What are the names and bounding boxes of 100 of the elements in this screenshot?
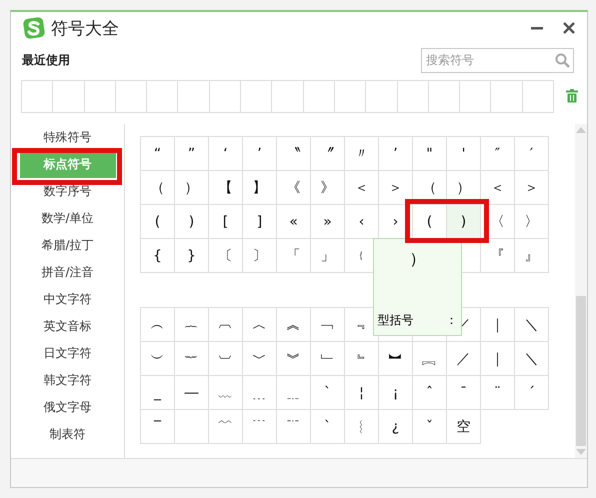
symbol-key[interactable]: ＜ [480,170,514,204]
symbol-key[interactable]: " [412,136,446,170]
symbol-key[interactable]: ¿ [378,410,412,444]
symbol-key[interactable]: ﹄ [344,342,378,376]
symbol-key[interactable]: ˋ [310,376,344,410]
symbol-key[interactable]: ︘ [412,342,446,376]
recent-slot[interactable] [460,80,492,112]
recent-slot[interactable] [522,80,554,112]
symbol-key[interactable]: ) [174,204,208,238]
symbol-key[interactable]: 」 [310,238,344,272]
symbol-key[interactable]: 空 [446,410,480,444]
recent-slot[interactable] [210,80,242,112]
symbol-key[interactable]: ＞ [514,170,548,204]
symbol-key[interactable]: ﹂ [310,342,344,376]
symbol-key[interactable]: ' [446,136,480,170]
symbol-key[interactable]: ﹁ [310,308,344,342]
recent-slot[interactable] [304,80,335,112]
category-item[interactable]: 英文音标 [20,313,116,340]
symbol-key[interactable]: ﹏ [208,376,242,410]
category-item[interactable]: 拼音/注音 [20,259,116,286]
category-item[interactable]: 中文字符 [20,286,116,313]
symbol-key[interactable]: ’ [378,136,412,170]
symbol-key[interactable]: ︶ [140,342,174,376]
symbol-key[interactable]: ] [242,204,276,238]
symbol-key[interactable]: ︼ [378,342,412,376]
symbol-key[interactable]: ¡ [378,376,412,410]
symbol-key[interactable]: ¨ [480,376,514,410]
recent-slot[interactable] [428,80,460,112]
symbol-key[interactable]: ︽ [276,308,310,342]
symbol-key[interactable]: 『 [480,238,514,272]
recent-slot[interactable] [491,80,523,112]
recent-slot[interactable] [84,80,116,112]
symbol-key[interactable]: ︿ [242,308,276,342]
symbol-key[interactable]: 》 [310,170,344,204]
close-icon[interactable] [563,22,575,34]
symbol-key[interactable]: ˉ [446,376,480,410]
symbol-key[interactable]: ˇ [412,410,446,444]
symbol-key[interactable]: （ [140,170,174,204]
symbol-key[interactable]: « [276,204,310,238]
symbol-key[interactable]: 〝 [276,136,310,170]
symbol-key[interactable]: ｜ [480,342,514,376]
symbol-key[interactable]: ︺ [208,342,242,376]
category-item[interactable]: 数学/单位 [20,205,116,232]
symbol-key[interactable]: ︹ [208,308,242,342]
symbol-key[interactable]: ﹊ [276,410,310,444]
recent-slot[interactable] [22,80,54,112]
symbol-key[interactable]: ˆ [412,376,446,410]
symbol-key[interactable]: 〞 [310,136,344,170]
search-field[interactable]: 搜索符号 [421,48,574,72]
symbol-key[interactable]: ” [174,136,208,170]
symbol-key[interactable]: ︷ [174,308,208,342]
symbol-key[interactable]: “ [140,136,174,170]
symbol-key[interactable]: ¦ [344,376,378,410]
symbol-key[interactable]: ′ [514,136,548,170]
category-item[interactable]: 数字序号 [20,178,116,205]
symbol-key[interactable]: 「 [276,238,310,272]
symbol-key[interactable]: 〉 [514,204,548,238]
symbol-key[interactable]: ˋ [310,410,344,444]
symbol-key[interactable]: ‘ [208,136,242,170]
symbol-key[interactable]: ﹎ [276,376,310,410]
symbol-key[interactable]: 〕 [242,238,276,272]
recent-slot[interactable] [178,80,210,112]
category-item[interactable]: 制表符 [20,421,116,448]
symbol-key[interactable]: ＼ [514,342,548,376]
symbol-key[interactable]: { [140,238,174,272]
recent-slot[interactable] [53,80,85,112]
symbol-key[interactable]: ＜ [344,170,378,204]
category-item[interactable]: 特殊符号 [20,124,116,151]
symbol-key[interactable]: 《 [276,170,310,204]
recent-slot[interactable] [366,80,398,112]
symbol-key[interactable]: ’ [242,136,276,170]
category-item[interactable]: 韩文字符 [20,367,116,394]
category-item[interactable]: 希腊/拉丁 [20,232,116,259]
symbol-key[interactable]: ) [446,204,480,238]
symbol-key[interactable]: ＼ [514,308,548,342]
symbol-key[interactable]: » [310,204,344,238]
symbol-key[interactable]: ″ [480,136,514,170]
recent-slot[interactable] [116,80,148,112]
symbol-key[interactable]: ﹉ [242,410,276,444]
symbol-key[interactable]: ˊ [514,376,548,410]
symbol-key[interactable]: ― [174,376,208,410]
symbol-key[interactable]: ︸ [174,342,208,376]
symbol-key[interactable]: ﹋ [208,410,242,444]
symbol-key[interactable]: } [174,238,208,272]
recent-slot[interactable] [241,80,272,112]
symbol-key[interactable]: 】 [242,170,276,204]
symbol-key[interactable]: 【 [208,170,242,204]
trash-icon[interactable] [566,89,578,103]
recent-slot[interactable] [334,80,366,112]
symbol-key[interactable]: ( [140,204,174,238]
symbol-key[interactable]: [ [208,204,242,238]
symbol-key[interactable]: ︴ [344,410,378,444]
recent-slot[interactable] [398,80,429,112]
symbol-key[interactable]: ﹍ [242,376,276,410]
symbol-key[interactable]: ︾ [276,342,310,376]
symbol-key[interactable]: 〃 [344,136,378,170]
symbol-key[interactable]: ｜ [480,308,514,342]
symbol-key[interactable]: （ [412,170,446,204]
category-item[interactable]: 日文字符 [20,340,116,367]
symbol-key[interactable]: 〔 [208,238,242,272]
